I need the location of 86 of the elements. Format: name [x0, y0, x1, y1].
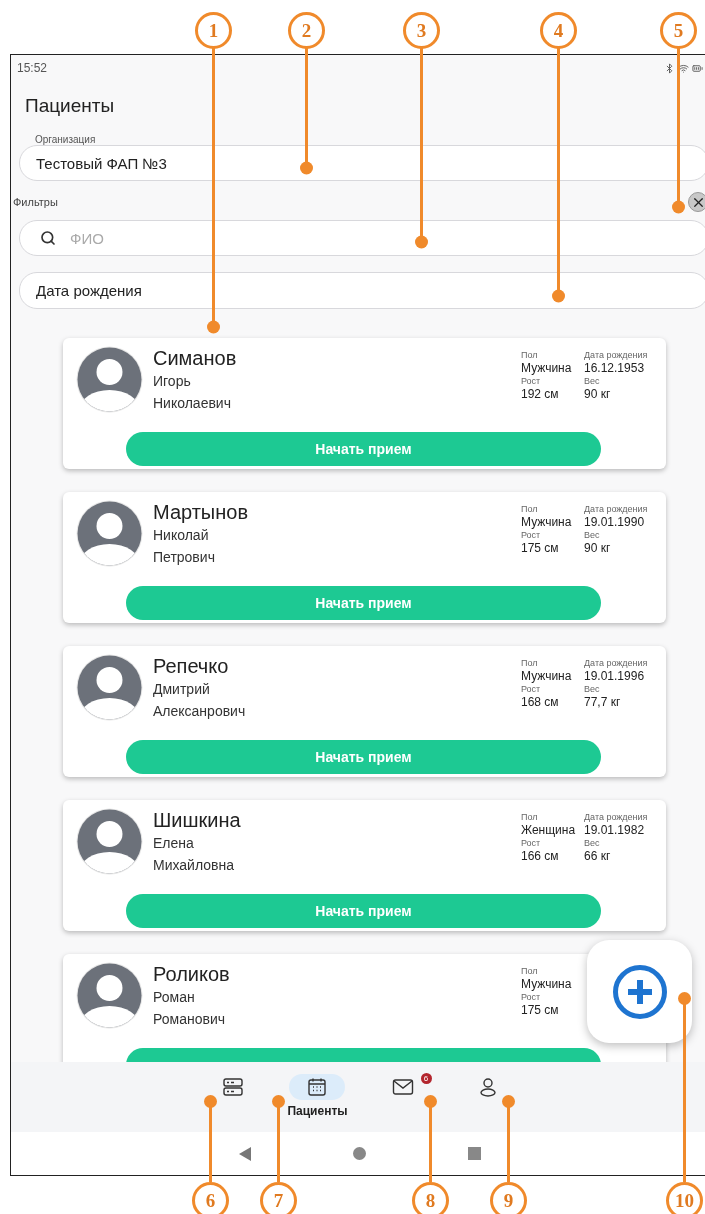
- patient-surname: Роликов: [153, 962, 231, 986]
- start-appointment-button[interactable]: Начать прием: [126, 586, 601, 620]
- mail-icon: [391, 1078, 414, 1096]
- patient-patronymic: Петрович: [153, 548, 216, 567]
- date-field[interactable]: Дата рождения: [19, 272, 705, 309]
- info-label: Пол: [521, 658, 539, 669]
- info-label: Вес: [584, 684, 601, 695]
- info-value: Мужчина: [521, 361, 573, 376]
- info-value: Мужчина: [521, 977, 573, 992]
- callout-number: 3: [403, 12, 440, 49]
- info-label: Пол: [521, 966, 539, 977]
- close-button[interactable]: [688, 192, 705, 212]
- patient-surname: Мартынов: [153, 500, 250, 524]
- info-label: Дата рождения: [584, 504, 648, 515]
- info-value: Мужчина: [521, 669, 573, 684]
- patient-patronymic: Алексанрович: [153, 702, 247, 721]
- info-label: Рост: [521, 684, 542, 695]
- info-label: Дата рождения: [584, 350, 648, 361]
- info-label: Пол: [521, 504, 539, 515]
- info-value: 90 кг: [584, 387, 612, 402]
- plus-icon: [611, 963, 668, 1020]
- back-icon[interactable]: [239, 1146, 251, 1161]
- home-icon[interactable]: [353, 1147, 366, 1160]
- info-label: Вес: [584, 530, 601, 541]
- filters-label: Фильтры: [12, 196, 58, 208]
- calendar-icon: [307, 1077, 328, 1097]
- patient-first-name: Игорь: [153, 372, 192, 391]
- callout-number: 8: [412, 1182, 449, 1214]
- info-label: Дата рождения: [584, 658, 648, 669]
- info-value: Мужчина: [521, 515, 573, 530]
- patient-first-name: Дмитрий: [153, 680, 211, 699]
- info-label: Пол: [521, 350, 539, 361]
- info-label: Рост: [521, 992, 542, 1003]
- info-value: 175 см: [521, 1003, 560, 1018]
- info-value: Женщина: [521, 823, 577, 838]
- info-label: Вес: [584, 376, 601, 387]
- info-label: Рост: [521, 838, 542, 849]
- field-label: Организация: [34, 135, 97, 145]
- patient-surname: Репечко: [153, 654, 230, 678]
- info-value: 19.01.1996: [584, 669, 646, 684]
- callout-number: 4: [540, 12, 577, 49]
- patient-first-name: Роман: [153, 988, 196, 1007]
- search-field[interactable]: ФИО: [19, 220, 705, 256]
- info-value: 175 см: [521, 541, 560, 556]
- bluetooth-icon: [664, 62, 675, 74]
- callout-number: 5: [660, 12, 697, 49]
- patient-surname: Симанов: [153, 346, 238, 370]
- add-button[interactable]: [587, 940, 692, 1043]
- info-value: 16.12.1953: [584, 361, 646, 376]
- start-appointment-button[interactable]: Начать прием: [126, 740, 601, 774]
- patient-first-name: Николай: [153, 526, 210, 545]
- callout-number: 9: [490, 1182, 527, 1214]
- patient-patronymic: Николаевич: [153, 394, 232, 413]
- status-time: 15:52: [17, 61, 48, 75]
- info-value: 19.01.1982: [584, 823, 646, 838]
- battery-icon: [692, 62, 703, 74]
- wifi-icon: [678, 62, 689, 74]
- callout-number: 2: [288, 12, 325, 49]
- organization-field[interactable]: Тестовый ФАП №3: [19, 145, 705, 181]
- info-value: 19.01.1990: [584, 515, 646, 530]
- profile-icon: [478, 1077, 497, 1097]
- info-value: 66 кг: [584, 849, 612, 864]
- info-label: Пол: [521, 812, 539, 823]
- info-label: Дата рождения: [584, 812, 648, 823]
- callout-number: 6: [192, 1182, 229, 1214]
- patient-surname: Шишкина: [153, 808, 242, 832]
- patient-patronymic: Романович: [153, 1010, 226, 1029]
- patient-patronymic: Михайловна: [153, 856, 235, 875]
- info-label: Рост: [521, 530, 542, 541]
- info-value: 192 см: [521, 387, 560, 402]
- info-label: Вес: [584, 838, 601, 849]
- info-value: 77,7 кг: [584, 695, 622, 710]
- info-value: 166 см: [521, 849, 560, 864]
- info-value: 90 кг: [584, 541, 612, 556]
- search-icon: [40, 230, 56, 246]
- start-appointment-button[interactable]: Начать прием: [126, 894, 601, 928]
- callout-number: 10: [666, 1182, 703, 1214]
- page-title: Пациенты: [24, 94, 116, 118]
- callout-number: 1: [195, 12, 232, 49]
- info-value: 168 см: [521, 695, 560, 710]
- count-badge: 6: [420, 1073, 432, 1084]
- list-icon: [221, 1077, 244, 1097]
- start-appointment-button[interactable]: Начать прием: [126, 432, 601, 466]
- callout-number: 7: [260, 1182, 297, 1214]
- info-label: Рост: [521, 376, 542, 387]
- patient-first-name: Елена: [153, 834, 195, 853]
